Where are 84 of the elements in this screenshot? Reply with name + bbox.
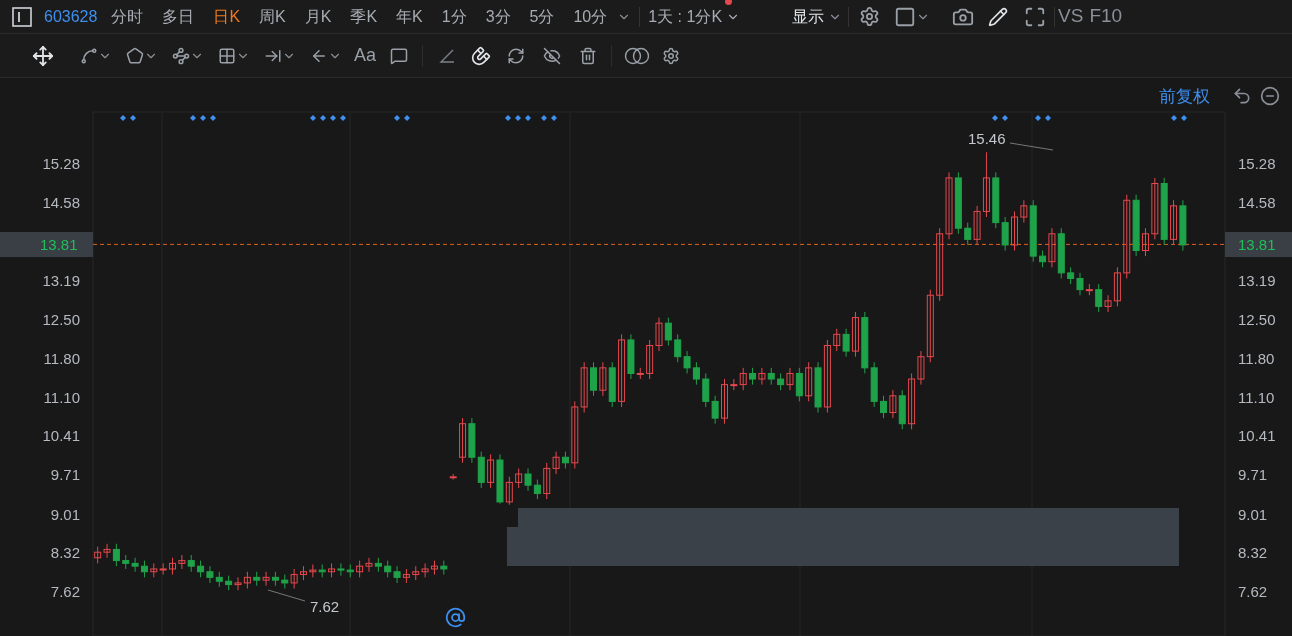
y-axis-label: 14.58	[41, 193, 80, 214]
y-axis-label: 9.01	[1238, 504, 1268, 525]
candle	[300, 565, 307, 581]
range-selector[interactable]: 1天 : 1分K	[648, 4, 741, 29]
event-marker-icon[interactable]	[394, 115, 410, 121]
period-tab[interactable]: 季K	[350, 4, 378, 29]
magnet-icon[interactable]	[471, 45, 492, 66]
y-axis-label: 11.10	[42, 387, 80, 408]
leader-line	[267, 589, 306, 602]
y-axis-label: 10.41	[1238, 426, 1276, 447]
settings-icon[interactable]	[859, 6, 881, 27]
y-axis-label: 8.32	[1238, 543, 1268, 564]
candle	[440, 560, 448, 576]
sync-icon[interactable]	[507, 46, 526, 65]
trash-icon[interactable]	[579, 46, 598, 65]
line-segment-icon[interactable]	[80, 46, 98, 65]
move-icon[interactable]	[32, 44, 54, 67]
pencil-icon[interactable]	[988, 6, 1009, 27]
high-price-label: 15.46	[968, 129, 1006, 149]
y-axis-label: 11.80	[42, 348, 80, 369]
event-marker-icon[interactable]	[1171, 115, 1187, 121]
y-axis-label: 13.19	[1238, 271, 1276, 292]
candle	[169, 557, 176, 576]
stock-code: 603628	[44, 6, 98, 27]
y-axis-label: 15.28	[41, 154, 80, 175]
grid-icon[interactable]	[218, 46, 236, 65]
leader-line	[1009, 142, 1054, 151]
candle	[721, 378, 728, 425]
sidebar-toggle-icon[interactable]	[12, 6, 32, 27]
polygon-icon[interactable]	[126, 46, 144, 65]
text-tool[interactable]: Aa	[354, 42, 377, 69]
period-tab[interactable]: 周K	[259, 4, 286, 29]
y-axis-label: 11.10	[1238, 387, 1275, 408]
y-axis-label: 12.50	[1238, 309, 1276, 330]
y-axis-label: 12.50	[41, 309, 80, 330]
last-price-tag: 13.81	[0, 232, 93, 258]
event-marker-icon[interactable]	[1035, 115, 1051, 121]
event-marker-icon[interactable]	[541, 115, 557, 121]
y-axis-label: 10.41	[41, 426, 80, 447]
undo-icon[interactable]	[1232, 86, 1252, 106]
adjust-mode-button[interactable]: 前复权	[1159, 84, 1210, 110]
y-axis-label: 11.80	[1238, 348, 1275, 369]
candle	[1142, 227, 1149, 257]
last-price-tag: 13.81	[1225, 232, 1292, 258]
period-tab[interactable]: 10分	[573, 4, 608, 29]
y-axis-label: 13.19	[41, 271, 80, 292]
candle	[1011, 210, 1018, 252]
period-tab[interactable]: 年K	[396, 4, 423, 29]
y-axis-label: 8.32	[49, 543, 80, 564]
fullscreen-icon[interactable]	[1024, 5, 1047, 28]
candle	[590, 361, 597, 397]
event-marker-icon[interactable]	[190, 115, 216, 121]
zoom-out-icon[interactable]	[1260, 86, 1280, 106]
y-axis-label: 15.28	[1238, 154, 1276, 175]
f10-button[interactable]: F10	[1089, 2, 1123, 31]
compare-button[interactable]: VS	[1058, 2, 1084, 31]
low-price-label: 7.62	[310, 597, 340, 617]
hide-icon[interactable]	[543, 46, 562, 65]
period-tab[interactable]: 5分	[529, 4, 555, 29]
square-icon[interactable]	[894, 5, 917, 28]
event-marker-icon[interactable]	[310, 115, 346, 121]
event-marker-icon[interactable]	[505, 115, 531, 121]
candle	[449, 473, 457, 481]
period-tab[interactable]: 日K	[213, 4, 241, 29]
polyline-icon[interactable]	[172, 46, 190, 65]
period-tab[interactable]: 3分	[485, 4, 511, 29]
settings-icon[interactable]	[662, 46, 681, 65]
display-menu[interactable]: 显示	[792, 4, 843, 29]
overlap-circles-icon[interactable]	[624, 46, 651, 65]
y-axis-label: 14.58	[1238, 193, 1276, 214]
at-sign-icon[interactable]	[445, 607, 466, 628]
period-tab[interactable]: 多日	[162, 4, 195, 29]
comment-icon[interactable]	[390, 46, 409, 65]
y-axis-label: 9.71	[49, 465, 80, 486]
period-tab[interactable]: 分时	[111, 4, 144, 29]
y-axis-label: 7.62	[49, 582, 80, 603]
y-axis-label: 9.01	[49, 504, 80, 525]
angle-icon[interactable]	[439, 48, 456, 63]
event-marker-icon[interactable]	[992, 115, 1008, 121]
period-tab[interactable]: 月K	[304, 4, 332, 29]
event-marker-icon[interactable]	[120, 115, 136, 121]
period-tab[interactable]: 1分	[441, 4, 467, 29]
y-axis-label: 9.71	[1238, 465, 1268, 486]
y-axis-label: 7.62	[1238, 582, 1268, 603]
